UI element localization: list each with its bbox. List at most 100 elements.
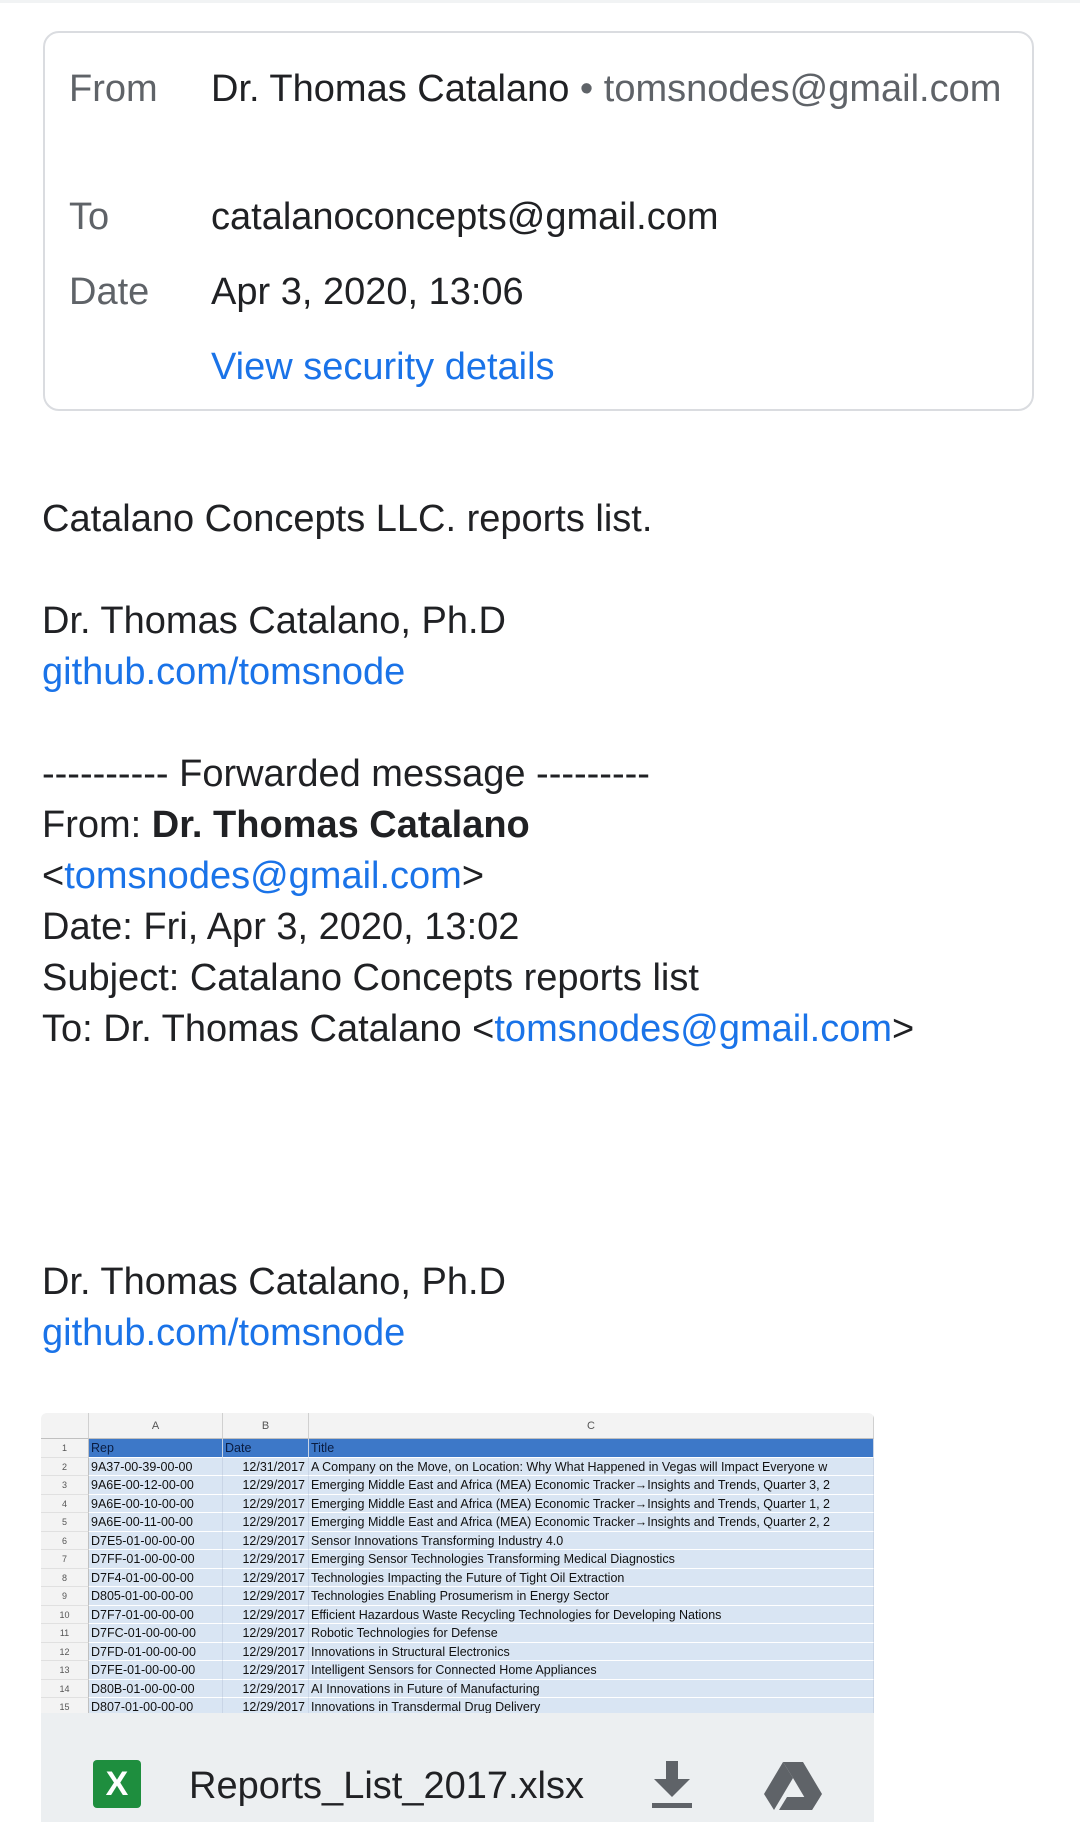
sheet-cell: D7FD-01-00-00-00 <box>89 1642 223 1661</box>
sheet-row-number: 4 <box>41 1494 89 1513</box>
sheet-cell: 12/29/2017 <box>223 1587 309 1606</box>
forwarded-date: Date: Fri, Apr 3, 2020, 13:02 <box>42 906 520 948</box>
intro-text: Catalano Concepts LLC. reports list. <box>42 498 653 540</box>
sheet-cell: Efficient Hazardous Waste Recycling Tech… <box>309 1605 874 1624</box>
forwarded-from-name: Dr. Thomas Catalano <box>151 804 530 846</box>
sheet-column-header: B <box>223 1413 309 1439</box>
sheet-cell: A Company on the Move, on Location: Why … <box>309 1457 874 1476</box>
sheet-cell: D7FC-01-00-00-00 <box>89 1624 223 1643</box>
sheet-row-number: 11 <box>41 1624 89 1643</box>
sheet-cell: D80B-01-00-00-00 <box>89 1679 223 1698</box>
sheet-cell: 9A6E-00-12-00-00 <box>89 1476 223 1495</box>
sheet-cell: Emerging Middle East and Africa (MEA) Ec… <box>309 1513 874 1532</box>
sheet-cell: D7F7-01-00-00-00 <box>89 1605 223 1624</box>
download-icon[interactable] <box>650 1759 694 1809</box>
sheet-cell: 12/31/2017 <box>223 1457 309 1476</box>
sheet-cell: 9A6E-00-10-00-00 <box>89 1494 223 1513</box>
signature-name-2: Dr. Thomas Catalano, Ph.D <box>42 1261 506 1303</box>
message-details-card: From Dr. Thomas Catalano • tomsnodes@gma… <box>43 31 1034 411</box>
email-signature-2: Dr. Thomas Catalano, Ph.D github.com/tom… <box>42 1257 1052 1359</box>
sheet-cell: 12/29/2017 <box>223 1679 309 1698</box>
spreadsheet-preview[interactable]: A B C 1 Rep Date Title 2 9A37-00-39-00-00 12/31/2… <box>41 1413 874 1713</box>
sheet-cell: 12/29/2017 <box>223 1550 309 1569</box>
sheet-cell: 12/29/2017 <box>223 1494 309 1513</box>
sheet-cell: 12/29/2017 <box>223 1698 309 1713</box>
view-security-details-link[interactable]: View security details <box>211 341 1011 393</box>
sheet-cell: Emerging Sensor Technologies Transformin… <box>309 1550 874 1569</box>
excel-icon: X <box>93 1760 141 1808</box>
sheet-row-number: 14 <box>41 1679 89 1698</box>
from-label: From <box>69 68 158 110</box>
signature-github-link[interactable]: github.com/tomsnode <box>42 651 405 693</box>
to-value[interactable]: catalanoconcepts@gmail.com <box>211 191 1011 243</box>
sheet-column-header: C <box>309 1413 874 1439</box>
sheet-row-number: 5 <box>41 1513 89 1532</box>
google-drive-icon[interactable] <box>764 1761 822 1811</box>
to-label: To <box>69 196 110 238</box>
sheet-cell: Sensor Innovations Transforming Industry… <box>309 1531 874 1550</box>
sheet-cell: D7F4-01-00-00-00 <box>89 1568 223 1587</box>
sheet-column-header: A <box>89 1413 223 1439</box>
forwarded-from-line: From: Dr. Thomas Catalano <box>42 800 1052 851</box>
forwarded-divider: ---------- Forwarded message --------- <box>42 753 650 795</box>
forwarded-to-prefix: To: Dr. Thomas Catalano < <box>42 1008 495 1050</box>
sheet-cell: 12/29/2017 <box>223 1605 309 1624</box>
signature-name: Dr. Thomas Catalano, Ph.D <box>42 600 506 642</box>
sheet-cell: D7FE-01-00-00-00 <box>89 1661 223 1680</box>
attachment-card[interactable]: A B C 1 Rep Date Title 2 9A37-00-39-00-00 12/31/2… <box>41 1413 874 1822</box>
attachment-filename[interactable]: Reports_List_2017.xlsx <box>189 1763 584 1809</box>
sheet-cell: AI Innovations in Future of Manufacturin… <box>309 1679 874 1698</box>
sheet-cell: Innovations in Transdermal Drug Delivery <box>309 1698 874 1713</box>
sheet-cell: D7E5-01-00-00-00 <box>89 1531 223 1550</box>
sheet-cell: 9A37-00-39-00-00 <box>89 1457 223 1476</box>
forwarded-to-email-link[interactable]: tomsnodes@gmail.com <box>494 1008 892 1050</box>
sheet-cell: Emerging Middle East and Africa (MEA) Ec… <box>309 1494 874 1513</box>
sheet-row-number: 1 <box>41 1439 89 1458</box>
sheet-cell: Intelligent Sensors for Connected Home A… <box>309 1661 874 1680</box>
sheet-cell: 12/29/2017 <box>223 1624 309 1643</box>
forwarded-to-suffix: > <box>891 1008 915 1050</box>
sheet-cell: 12/29/2017 <box>223 1661 309 1680</box>
sheet-cell: Technologies Impacting the Future of Tig… <box>309 1568 874 1587</box>
angle-close: > <box>461 855 485 897</box>
signature-github-link-2[interactable]: github.com/tomsnode <box>42 1312 405 1354</box>
forwarded-from-email-line: <tomsnodes@gmail.com> <box>42 851 1052 902</box>
sheet-cell: D7FF-01-00-00-00 <box>89 1550 223 1569</box>
from-separator: • <box>569 68 604 110</box>
sheet-row-number: 9 <box>41 1587 89 1606</box>
sheet-cell: 12/29/2017 <box>223 1513 309 1532</box>
sheet-cell: 12/29/2017 <box>223 1476 309 1495</box>
from-email[interactable]: tomsnodes@gmail.com <box>604 68 1002 110</box>
top-divider <box>0 0 1080 3</box>
date-label: Date <box>69 271 150 313</box>
sheet-row-number: 6 <box>41 1531 89 1550</box>
sheet-header-cell: Rep <box>89 1439 223 1458</box>
forwarded-subject: Subject: Catalano Concepts reports list <box>42 957 699 999</box>
date-value: Apr 3, 2020, 13:06 <box>211 271 524 313</box>
sheet-row-number: 2 <box>41 1457 89 1476</box>
sheet-row-number: 15 <box>41 1698 89 1713</box>
sheet-cell: 12/29/2017 <box>223 1531 309 1550</box>
sheet-cell: D807-01-00-00-00 <box>89 1698 223 1713</box>
sheet-row-number: 13 <box>41 1661 89 1680</box>
sheet-row-number: 3 <box>41 1476 89 1495</box>
from-value: Dr. Thomas Catalano • tomsnodes@gmail.co… <box>211 63 1011 115</box>
sheet-row-number: 8 <box>41 1568 89 1587</box>
sheet-cell: Innovations in Structural Electronics <box>309 1642 874 1661</box>
forwarded-from-email-link[interactable]: tomsnodes@gmail.com <box>64 855 462 897</box>
sheet-header-cell: Title <box>309 1439 874 1458</box>
sheet-cell: D805-01-00-00-00 <box>89 1587 223 1606</box>
sheet-cell: Emerging Middle East and Africa (MEA) Ec… <box>309 1476 874 1495</box>
sheet-corner <box>41 1413 89 1439</box>
sheet-cell: Technologies Enabling Prosumerism in Ene… <box>309 1587 874 1606</box>
angle-open: < <box>42 855 65 897</box>
from-name: Dr. Thomas Catalano <box>211 68 570 110</box>
sheet-cell: 12/29/2017 <box>223 1642 309 1661</box>
sheet-row-number: 10 <box>41 1605 89 1624</box>
sheet-header-cell: Date <box>223 1439 309 1458</box>
sheet-row-number: 7 <box>41 1550 89 1569</box>
sheet-cell: Robotic Technologies for Defense <box>309 1624 874 1643</box>
forwarded-to-line: To: Dr. Thomas Catalano <tomsnodes@gmail… <box>42 1004 1052 1055</box>
sheet-cell: 12/29/2017 <box>223 1568 309 1587</box>
forwarded-from-label: From: <box>42 804 152 846</box>
